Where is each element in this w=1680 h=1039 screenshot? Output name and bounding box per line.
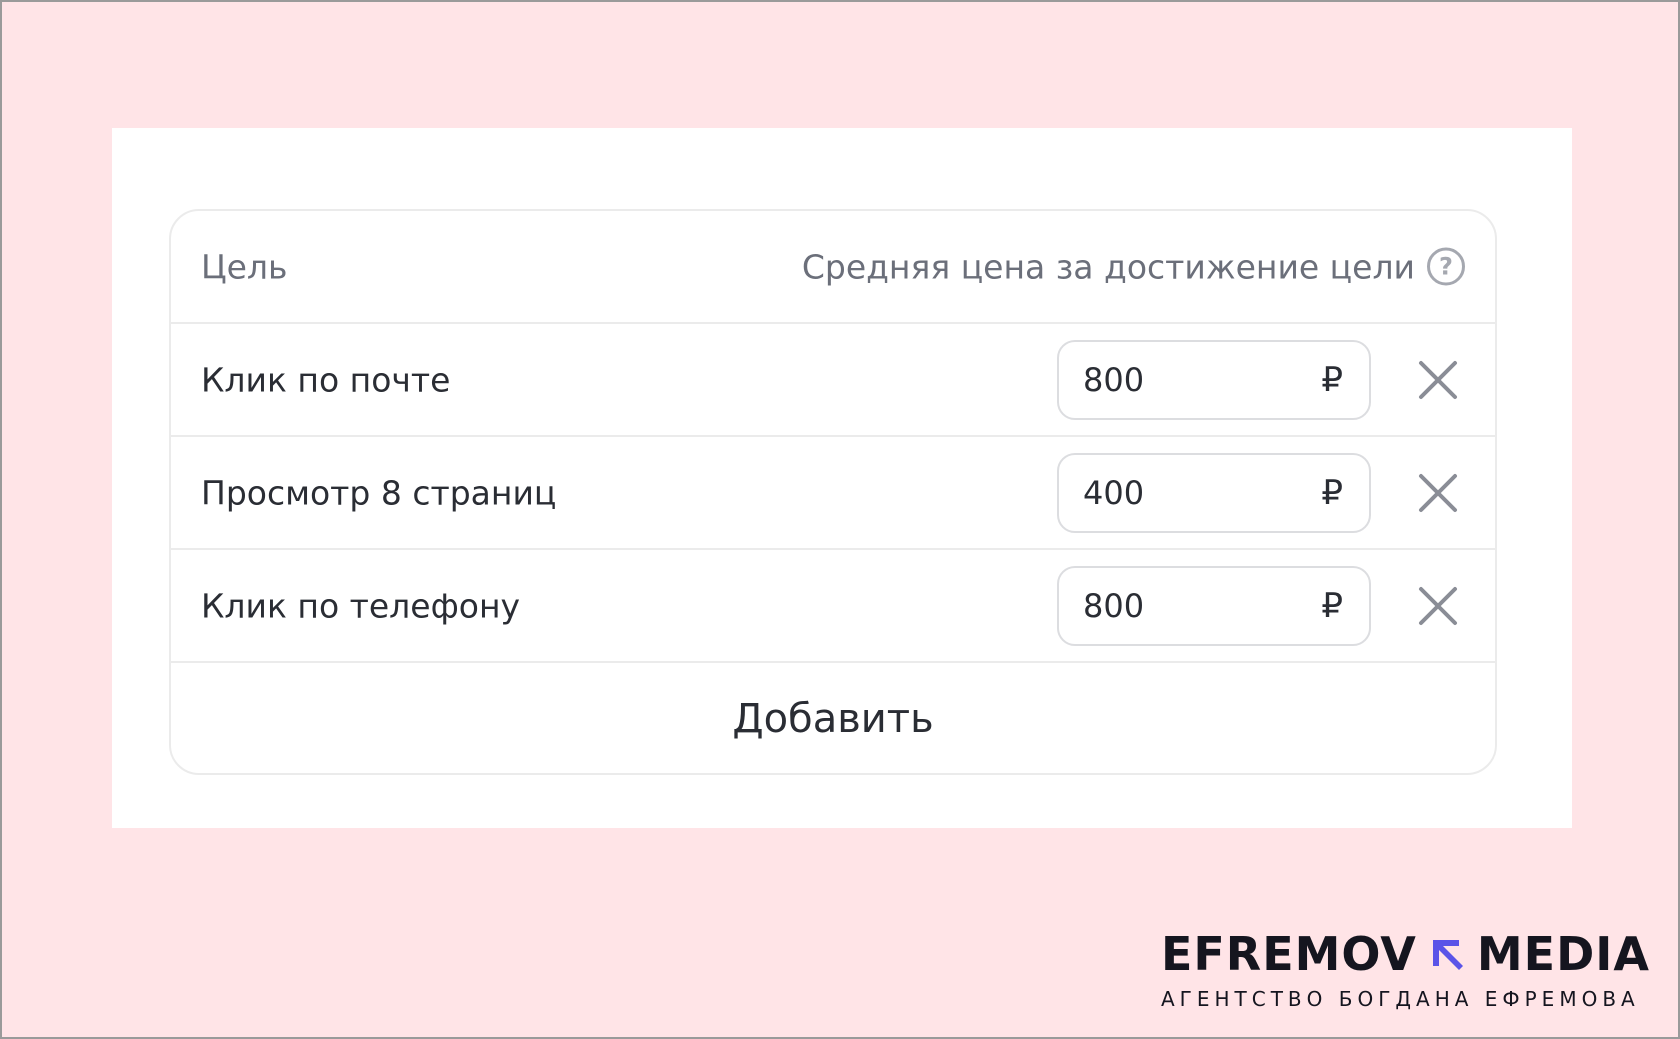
goal-name: Просмотр 8 страниц	[201, 473, 557, 512]
price-input[interactable]: 800 ₽	[1057, 339, 1371, 420]
ruble-sign: ₽	[1321, 585, 1343, 626]
goal-name: Клик по телефону	[201, 586, 521, 625]
price-value[interactable]: 800	[1083, 587, 1144, 625]
logo-wordmark: EFREMOV MEDIA	[1161, 927, 1650, 981]
goals-table: Цель Средняя цена за достижение цели ? К…	[169, 209, 1497, 775]
ruble-sign: ₽	[1321, 472, 1343, 513]
column-header-price-label: Средняя цена за достижение цели	[801, 247, 1415, 286]
goal-name: Клик по почте	[201, 360, 451, 399]
logo-left-word: EFREMOV	[1160, 927, 1417, 981]
add-goal-button[interactable]: Добавить	[732, 696, 933, 742]
logo: EFREMOV MEDIA АГЕНТСТВО БОГДАНА ЕФРЕМОВА	[1161, 927, 1650, 1011]
logo-tagline: АГЕНТСТВО БОГДАНА ЕФРЕМОВА	[1160, 987, 1640, 1011]
table-row: Клик по телефону 800 ₽	[171, 550, 1495, 663]
ruble-sign: ₽	[1321, 359, 1343, 400]
close-icon[interactable]	[1416, 358, 1460, 402]
table-row: Клик по почте 800 ₽	[171, 324, 1495, 437]
arrow-up-left-icon	[1432, 940, 1463, 970]
logo-right-word: MEDIA	[1476, 927, 1650, 981]
price-input[interactable]: 400 ₽	[1057, 452, 1371, 533]
page-frame: Цель Средняя цена за достижение цели ? К…	[0, 0, 1680, 1039]
question-circle-icon[interactable]: ?	[1427, 247, 1465, 286]
content-panel: Цель Средняя цена за достижение цели ? К…	[112, 128, 1572, 828]
table-header: Цель Средняя цена за достижение цели ?	[171, 211, 1495, 324]
price-value[interactable]: 800	[1083, 361, 1144, 399]
column-header-goal: Цель	[201, 247, 288, 286]
close-icon[interactable]	[1416, 471, 1460, 515]
add-row: Добавить	[171, 663, 1495, 773]
close-icon[interactable]	[1416, 584, 1460, 628]
price-value[interactable]: 400	[1083, 474, 1144, 512]
price-input[interactable]: 800 ₽	[1057, 565, 1371, 646]
table-row: Просмотр 8 страниц 400 ₽	[171, 437, 1495, 550]
column-header-price: Средняя цена за достижение цели ?	[802, 247, 1465, 286]
